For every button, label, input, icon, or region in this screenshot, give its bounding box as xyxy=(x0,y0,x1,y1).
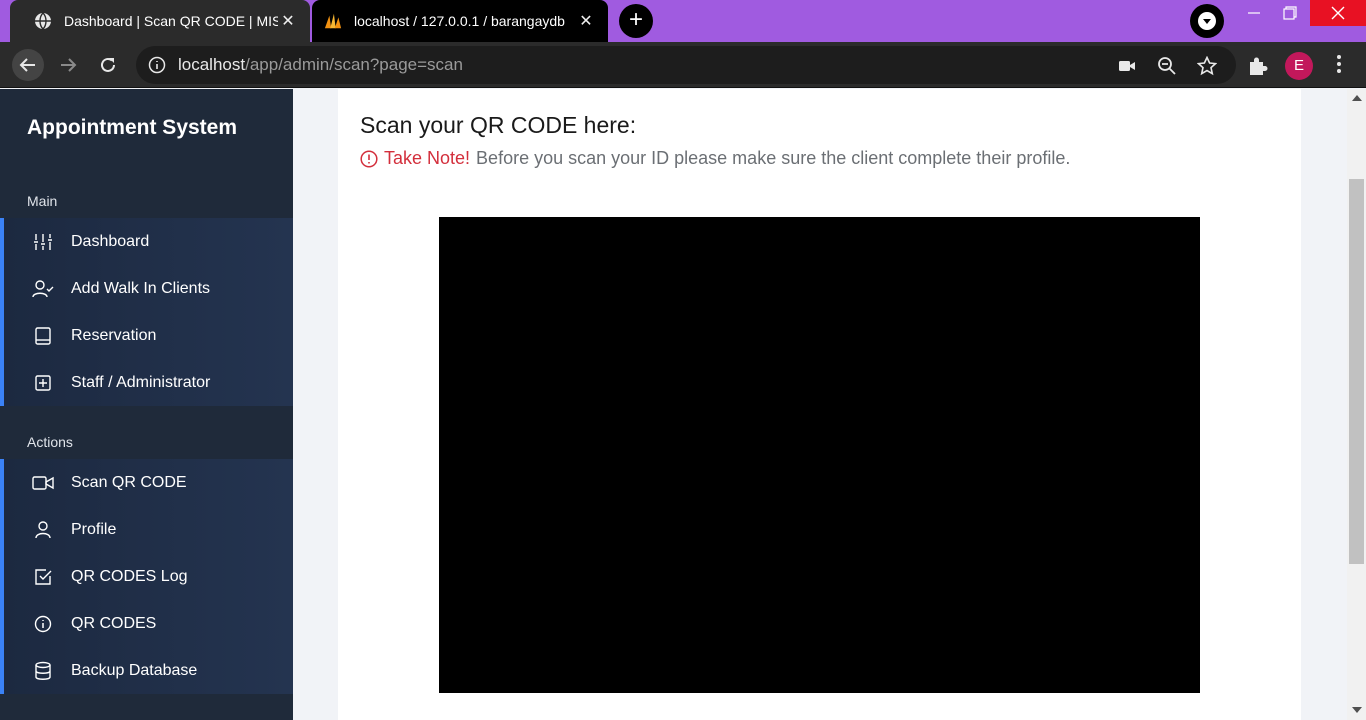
book-icon xyxy=(31,324,55,348)
zoom-out-icon[interactable] xyxy=(1156,55,1178,77)
sidebar-item-backup-database[interactable]: Backup Database xyxy=(4,647,293,694)
tab-close-icon[interactable]: ✕ xyxy=(278,11,298,31)
tab-close-icon[interactable]: ✕ xyxy=(576,11,596,31)
extensions-icon[interactable] xyxy=(1246,54,1270,78)
forward-button[interactable] xyxy=(52,49,84,81)
sidebar-item-qr-codes[interactable]: QR CODES xyxy=(4,600,293,647)
video-icon xyxy=(31,471,55,495)
restore-button[interactable] xyxy=(1270,0,1310,26)
section-label-actions: Actions xyxy=(27,434,73,450)
database-icon xyxy=(31,659,55,683)
sidebar-item-add-walk-in-clients[interactable]: Add Walk In Clients xyxy=(4,265,293,312)
chevron-down-icon xyxy=(1198,12,1216,30)
minimize-button[interactable] xyxy=(1234,0,1274,26)
globe-icon xyxy=(34,12,52,30)
sidebar-item-scan-qr-code[interactable]: Scan QR CODE xyxy=(4,459,293,506)
section-label-main: Main xyxy=(27,193,58,209)
sidebar-item-label: QR CODES Log xyxy=(71,567,188,585)
url-text[interactable]: localhost/app/admin/scan?page=scan xyxy=(178,55,463,75)
arrow-right-icon xyxy=(61,58,77,72)
phpmyadmin-icon xyxy=(324,12,342,30)
new-tab-button[interactable]: + xyxy=(619,4,653,38)
note-label: Take Note! xyxy=(384,148,471,168)
alert-circle-icon xyxy=(360,149,378,168)
profile-avatar[interactable]: E xyxy=(1285,52,1313,80)
browser-tab-dashboard[interactable]: Dashboard | Scan QR CODE | MIS ✕ xyxy=(10,0,310,42)
sidebar-item-label: Scan QR CODE xyxy=(71,473,187,491)
browser-tab-phpmyadmin[interactable]: localhost / 127.0.0.1 / barangaydb ✕ xyxy=(312,0,608,42)
app-brand[interactable]: Appointment System xyxy=(27,116,237,140)
sidebar-item-label: Reservation xyxy=(71,326,157,344)
sidebar-item-dashboard[interactable]: Dashboard xyxy=(4,218,293,265)
note-warning: Take Note! xyxy=(360,148,470,169)
scan-card: Scan your QR CODE here: Take Note! Befor… xyxy=(338,89,1301,720)
sidebar-item-qr-codes-log[interactable]: QR CODES Log xyxy=(4,553,293,600)
sidebar-item-label: Dashboard xyxy=(71,232,150,250)
reload-button[interactable] xyxy=(92,49,124,81)
url-host: localhost xyxy=(178,55,246,74)
nav-group-main: Dashboard Add Walk In Clients Reservatio… xyxy=(0,218,293,406)
star-icon[interactable] xyxy=(1196,55,1218,77)
sidebar-item-label: QR CODES xyxy=(71,614,157,632)
sidebar-item-reservation[interactable]: Reservation xyxy=(4,312,293,359)
plus-square-icon xyxy=(31,371,55,395)
browser-menu-button[interactable] xyxy=(1328,53,1350,79)
nav-group-actions: Scan QR CODE Profile QR CODES Log QR COD… xyxy=(0,459,293,694)
user-icon xyxy=(31,518,55,542)
window-close-button[interactable] xyxy=(1310,0,1366,26)
camera-icon[interactable] xyxy=(1116,55,1138,77)
sidebar-item-label: Backup Database xyxy=(71,661,198,679)
user-check-icon xyxy=(31,277,55,301)
page-title: Scan your QR CODE here: xyxy=(360,112,637,138)
more-vertical-icon xyxy=(1337,55,1341,73)
minimize-icon xyxy=(1248,12,1260,14)
sliders-icon xyxy=(31,230,55,254)
sidebar: Appointment System Main Dashboard Add Wa… xyxy=(0,89,293,720)
tab-title: Dashboard | Scan QR CODE | MIS xyxy=(64,13,278,29)
main-content: Scan your QR CODE here: Take Note! Befor… xyxy=(293,89,1347,720)
sidebar-item-label: Add Walk In Clients xyxy=(71,279,211,297)
info-icon[interactable] xyxy=(148,56,166,74)
sidebar-item-staff-administrator[interactable]: Staff / Administrator xyxy=(4,359,293,406)
back-button[interactable] xyxy=(12,49,44,81)
tab-search-button[interactable] xyxy=(1190,4,1224,38)
browser-tab-strip: Dashboard | Scan QR CODE | MIS ✕ localho… xyxy=(0,0,1366,42)
address-bar[interactable]: localhost/app/admin/scan?page=scan xyxy=(136,46,1236,84)
url-path: /app/admin/scan?page=scan xyxy=(245,55,463,74)
take-note-message: Take Note! Before you scan your ID pleas… xyxy=(360,148,1070,169)
tab-title: localhost / 127.0.0.1 / barangaydb xyxy=(354,13,565,29)
scrollbar-thumb[interactable] xyxy=(1349,179,1364,564)
page-scrollbar[interactable] xyxy=(1347,89,1366,720)
scroll-up-icon[interactable] xyxy=(1351,94,1362,105)
arrow-left-icon xyxy=(19,58,35,72)
note-text: Before you scan your ID please make sure… xyxy=(476,148,1071,168)
info-icon xyxy=(31,612,55,636)
sidebar-item-profile[interactable]: Profile xyxy=(4,506,293,553)
qr-scanner-video[interactable] xyxy=(439,217,1200,693)
sidebar-item-label: Staff / Administrator xyxy=(71,373,211,391)
scroll-down-icon[interactable] xyxy=(1351,706,1362,717)
restore-icon xyxy=(1283,6,1297,20)
sidebar-item-label: Profile xyxy=(71,520,117,538)
reload-icon xyxy=(101,57,115,72)
close-icon xyxy=(1331,6,1345,20)
browser-toolbar: localhost/app/admin/scan?page=scan E xyxy=(0,42,1366,88)
check-square-icon xyxy=(31,565,55,589)
